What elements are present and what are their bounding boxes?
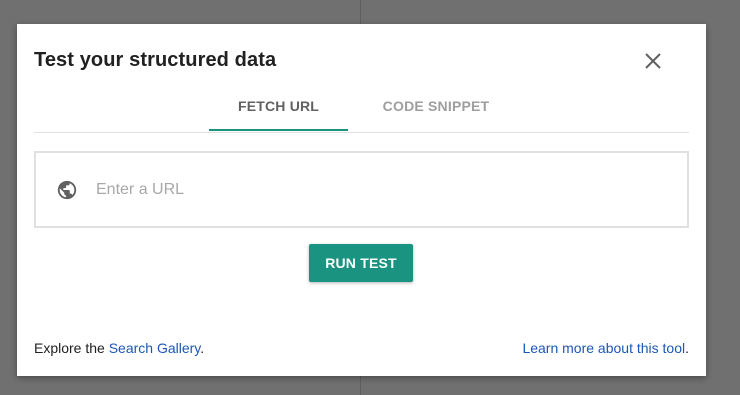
tab-fetch-url[interactable]: FETCH URL [209,88,348,131]
explore-suffix-text: . [200,340,205,356]
background-divider-bottom [360,376,361,395]
run-test-button[interactable]: RUN TEST [309,244,413,282]
globe-icon [57,180,77,200]
background-divider-top [360,0,361,24]
footer-explore: Explore the Search Gallery. [34,340,204,356]
structured-data-dialog: Test your structured data FETCH URL CODE… [17,24,706,376]
explore-prefix-text: Explore the [34,340,109,356]
search-gallery-link[interactable]: Search Gallery [109,340,201,356]
learn-more-link[interactable]: Learn more about this tool [522,340,685,356]
dialog-title: Test your structured data [34,49,277,71]
tab-code-snippet[interactable]: CODE SNIPPET [366,88,506,131]
close-button[interactable] [641,49,665,73]
learn-more-suffix-text: . [685,340,689,356]
close-icon [645,53,661,69]
url-input[interactable] [96,177,656,203]
footer-learn-more: Learn more about this tool. [522,340,689,356]
url-field-container[interactable] [34,151,689,228]
tab-bar: FETCH URL CODE SNIPPET [34,88,689,133]
